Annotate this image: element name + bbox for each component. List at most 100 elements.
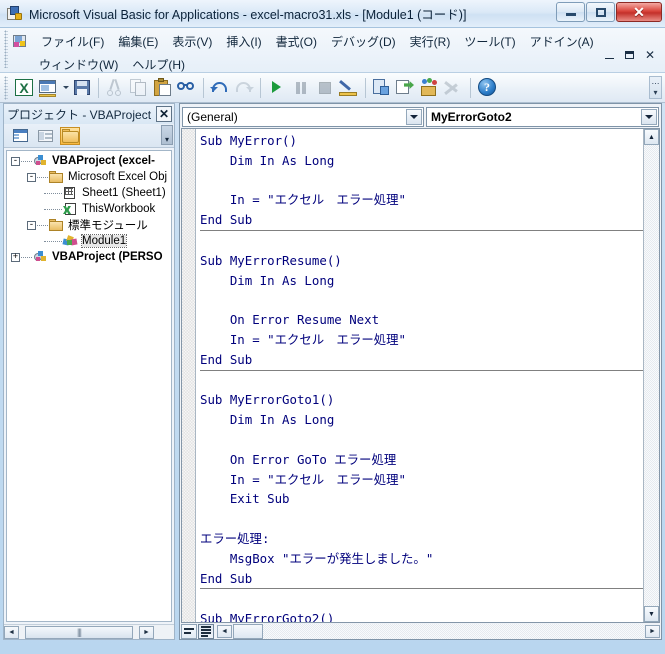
code-vertical-scrollbar[interactable]: ▲ ▼ <box>643 129 659 622</box>
maximize-button[interactable] <box>586 2 615 22</box>
save-button[interactable] <box>70 76 94 100</box>
tree-item-standard-modules[interactable]: - 標準モジュール <box>7 217 171 233</box>
chevron-down-icon <box>645 114 653 123</box>
toolbar-separator <box>203 77 204 98</box>
code-margin-indicator-bar[interactable] <box>182 129 196 622</box>
code-window-bottom-bar: ◄ ► <box>180 623 661 639</box>
tree-item-label: 標準モジュール <box>68 220 148 232</box>
close-button[interactable]: ✕ <box>616 2 662 22</box>
procedure-separator <box>200 229 643 231</box>
project-explorer-button[interactable] <box>370 76 394 100</box>
tree-item-vbaproject-excel[interactable]: - VBAProject (excel- <box>7 153 171 169</box>
clipboard-icon <box>153 78 173 97</box>
toggle-folders-button[interactable] <box>60 126 80 145</box>
procedure-view-button[interactable] <box>181 623 197 639</box>
project-tree[interactable]: - VBAProject (excel- - Microsoft Excel O… <box>6 150 172 622</box>
scroll-up-button[interactable]: ▲ <box>644 129 659 145</box>
scroll-down-button[interactable]: ▼ <box>644 606 659 622</box>
view-code-button[interactable] <box>10 127 30 145</box>
mdi-restore-icon[interactable] <box>624 51 634 59</box>
project-tree-horizontal-scrollbar[interactable]: ◄ ||| ► <box>4 624 174 639</box>
project-explorer-close-button[interactable]: ✕ <box>156 106 172 122</box>
vertical-scrollbar-track[interactable] <box>644 145 659 606</box>
scrollbar-thumb[interactable]: ||| <box>25 625 133 639</box>
insert-userform-button[interactable] <box>36 76 60 100</box>
code-line: Exit Sub <box>200 491 290 507</box>
toolbar-grip-handle[interactable] <box>4 75 8 100</box>
window-title: Microsoft Visual Basic for Applications … <box>29 8 467 22</box>
object-browser-button[interactable] <box>418 76 442 100</box>
code-line: エラー処理: <box>200 530 270 546</box>
scroll-left-button[interactable]: ◄ <box>4 625 19 639</box>
procedure-separator <box>200 369 643 371</box>
tree-item-module1[interactable]: Module1 <box>7 233 171 249</box>
menu-insert[interactable]: 挿入(I) <box>219 30 268 53</box>
work-area: プロジェクト - VBAProject ✕ ▾ - VBAProject (ex… <box>3 103 662 645</box>
design-mode-button[interactable] <box>337 76 361 100</box>
properties-window-button[interactable] <box>394 76 418 100</box>
code-line: Dim In As Long <box>200 152 335 168</box>
minimize-button[interactable] <box>556 2 585 22</box>
code-block: Sub MyError() Dim In As Long In = "エクセル … <box>200 131 643 230</box>
object-dropdown-button[interactable] <box>406 109 422 125</box>
object-dropdown[interactable]: (General) <box>182 107 424 127</box>
horizontal-scrollbar-track[interactable] <box>233 623 644 639</box>
close-icon: ✕ <box>158 107 170 121</box>
tree-item-label: Module1 <box>80 234 128 248</box>
expander-minus-icon[interactable]: - <box>11 156 20 166</box>
folder-icon <box>49 218 64 232</box>
scroll-right-button[interactable]: ► <box>645 624 660 638</box>
tree-item-microsoft-excel-objects[interactable]: - Microsoft Excel Obj <box>7 169 171 185</box>
toolbar-separator <box>260 77 261 98</box>
tree-item-thisworkbook[interactable]: ThisWorkbook <box>7 201 171 217</box>
menu-file[interactable]: ファイル(F) <box>34 30 111 53</box>
expander-minus-icon[interactable]: - <box>27 220 36 230</box>
tree-item-sheet1[interactable]: Sheet1 (Sheet1) <box>7 185 171 201</box>
expander-minus-icon[interactable]: - <box>27 172 36 182</box>
code-line: Sub MyErrorResume() <box>200 252 342 268</box>
help-button[interactable]: ? <box>475 76 499 100</box>
menu-tools[interactable]: ツール(T) <box>457 30 522 53</box>
workbook-icon <box>63 202 78 216</box>
tree-item-vbaproject-personal[interactable]: + VBAProject (PERSO <box>7 249 171 265</box>
scroll-right-button[interactable]: ► <box>139 625 154 639</box>
overflow-caret-icon: ▾ <box>164 135 169 144</box>
scrollbar-thumb[interactable] <box>233 623 263 639</box>
code-line: On Error GoTo エラー処理 <box>200 451 397 467</box>
code-line: In = "エクセル エラー処理" <box>200 331 406 347</box>
undo-button[interactable] <box>208 76 232 100</box>
toolbar-overflow-button[interactable]: ⋯ ▾ <box>649 76 662 99</box>
view-object-button[interactable] <box>35 127 55 145</box>
full-module-view-button[interactable] <box>198 623 214 639</box>
menu-run[interactable]: 実行(R) <box>403 30 458 53</box>
menu-debug[interactable]: デバッグ(D) <box>324 30 403 53</box>
find-button[interactable] <box>175 76 199 100</box>
run-button[interactable] <box>265 76 289 100</box>
toolbox-button[interactable] <box>442 76 466 100</box>
expander-plus-icon[interactable]: + <box>11 252 20 262</box>
procedure-dropdown-button[interactable] <box>641 109 657 125</box>
insert-userform-dropdown[interactable] <box>60 76 70 100</box>
menu-format[interactable]: 書式(O) <box>269 30 324 53</box>
reset-button[interactable] <box>313 76 337 100</box>
chevron-down-icon <box>62 86 69 92</box>
cut-button[interactable] <box>103 76 127 100</box>
redo-button[interactable] <box>232 76 256 100</box>
menu-grip-handle[interactable] <box>4 30 8 68</box>
break-button[interactable] <box>289 76 313 100</box>
menu-edit[interactable]: 編集(E) <box>111 30 165 53</box>
menu-view[interactable]: 表示(V) <box>165 30 219 53</box>
procedure-separator <box>200 588 643 590</box>
project-toolbar-overflow-button[interactable]: ▾ <box>161 125 173 145</box>
mdi-minimize-icon[interactable] <box>604 52 614 59</box>
code-text-area[interactable]: Sub MyError() Dim In As Long In = "エクセル … <box>196 129 643 622</box>
menu-addins[interactable]: アドイン(A) <box>523 30 601 53</box>
code-line: Sub MyError() <box>200 133 297 148</box>
mdi-close-icon[interactable]: ✕ <box>645 49 655 61</box>
scroll-left-button[interactable]: ◄ <box>217 624 232 638</box>
copy-button[interactable] <box>127 76 151 100</box>
paste-button[interactable] <box>151 76 175 100</box>
procedure-dropdown[interactable]: MyErrorGoto2 <box>426 107 659 127</box>
view-excel-button[interactable]: X <box>12 76 36 100</box>
arrow-right-icon: ► <box>649 627 656 635</box>
